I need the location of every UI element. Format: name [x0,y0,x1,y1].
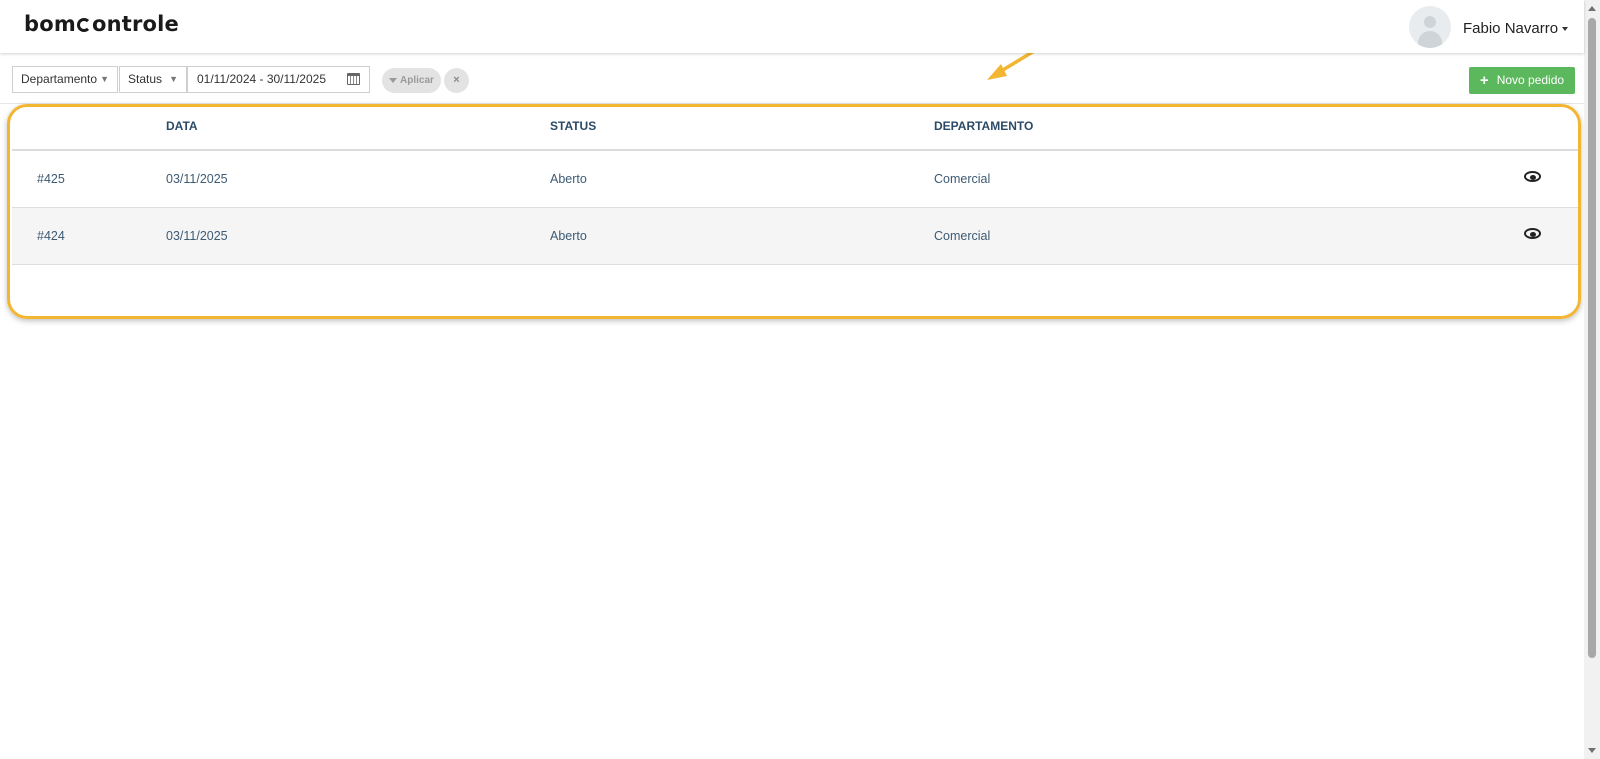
app-logo[interactable]: bom ontrole [24,12,179,36]
new-order-button[interactable]: + Novo pedido [1469,67,1575,94]
column-header-departamento[interactable]: DEPARTAMENTO [934,119,1033,133]
order-id: #425 [37,172,65,186]
date-range-value: 01/11/2024 - 30/11/2025 [197,72,326,86]
column-header-data[interactable]: DATA [166,119,198,133]
chevron-down-icon: ▼ [169,74,178,84]
top-navbar: bom ontrole Fabio Navarro [0,0,1584,53]
apply-filter-label: Aplicar [400,75,434,86]
order-date: 03/11/2025 [166,172,228,186]
date-range-input[interactable]: 01/11/2024 - 30/11/2025 [187,66,370,93]
user-menu-toggle[interactable]: Fabio Navarro [1463,20,1569,37]
clear-filter-button[interactable]: × [444,68,469,93]
scroll-up-icon[interactable] [1588,6,1596,11]
eye-icon[interactable] [1524,171,1541,182]
order-status: Aberto [550,172,587,186]
vertical-scrollbar[interactable] [1584,0,1600,759]
department-select[interactable]: Departamento ▼ [12,66,118,93]
close-icon: × [453,74,460,86]
scroll-down-icon[interactable] [1588,748,1596,753]
order-status: Aberto [550,229,587,243]
user-name: Fabio Navarro [1463,20,1559,37]
status-select-label: Status [128,72,163,86]
calendar-icon[interactable] [347,73,360,85]
eye-icon[interactable] [1524,228,1541,239]
orders-table: DATA STATUS DEPARTAMENTO #425 03/11/2025… [12,104,1578,265]
avatar[interactable] [1409,6,1451,48]
column-header-status[interactable]: STATUS [550,119,596,133]
chevron-down-icon: ▼ [100,74,109,84]
plus-icon: + [1479,72,1489,89]
scrollbar-thumb[interactable] [1588,18,1596,658]
table-row[interactable]: #424 03/11/2025 Aberto Comercial [12,208,1578,265]
caret-down-icon [1562,27,1569,31]
table-row[interactable]: #425 03/11/2025 Aberto Comercial [12,151,1578,208]
filter-icon [389,78,398,83]
apply-filter-button[interactable]: Aplicar [382,68,441,93]
order-department: Comercial [934,229,991,243]
status-select[interactable]: Status ▼ [119,66,187,93]
order-department: Comercial [934,172,991,186]
order-id: #424 [37,229,65,243]
table-header: DATA STATUS DEPARTAMENTO [12,104,1578,151]
logo-c-mark [76,18,91,32]
department-select-label: Departamento [21,72,98,86]
order-date: 03/11/2025 [166,229,228,243]
new-order-label: Novo pedido [1496,73,1565,87]
